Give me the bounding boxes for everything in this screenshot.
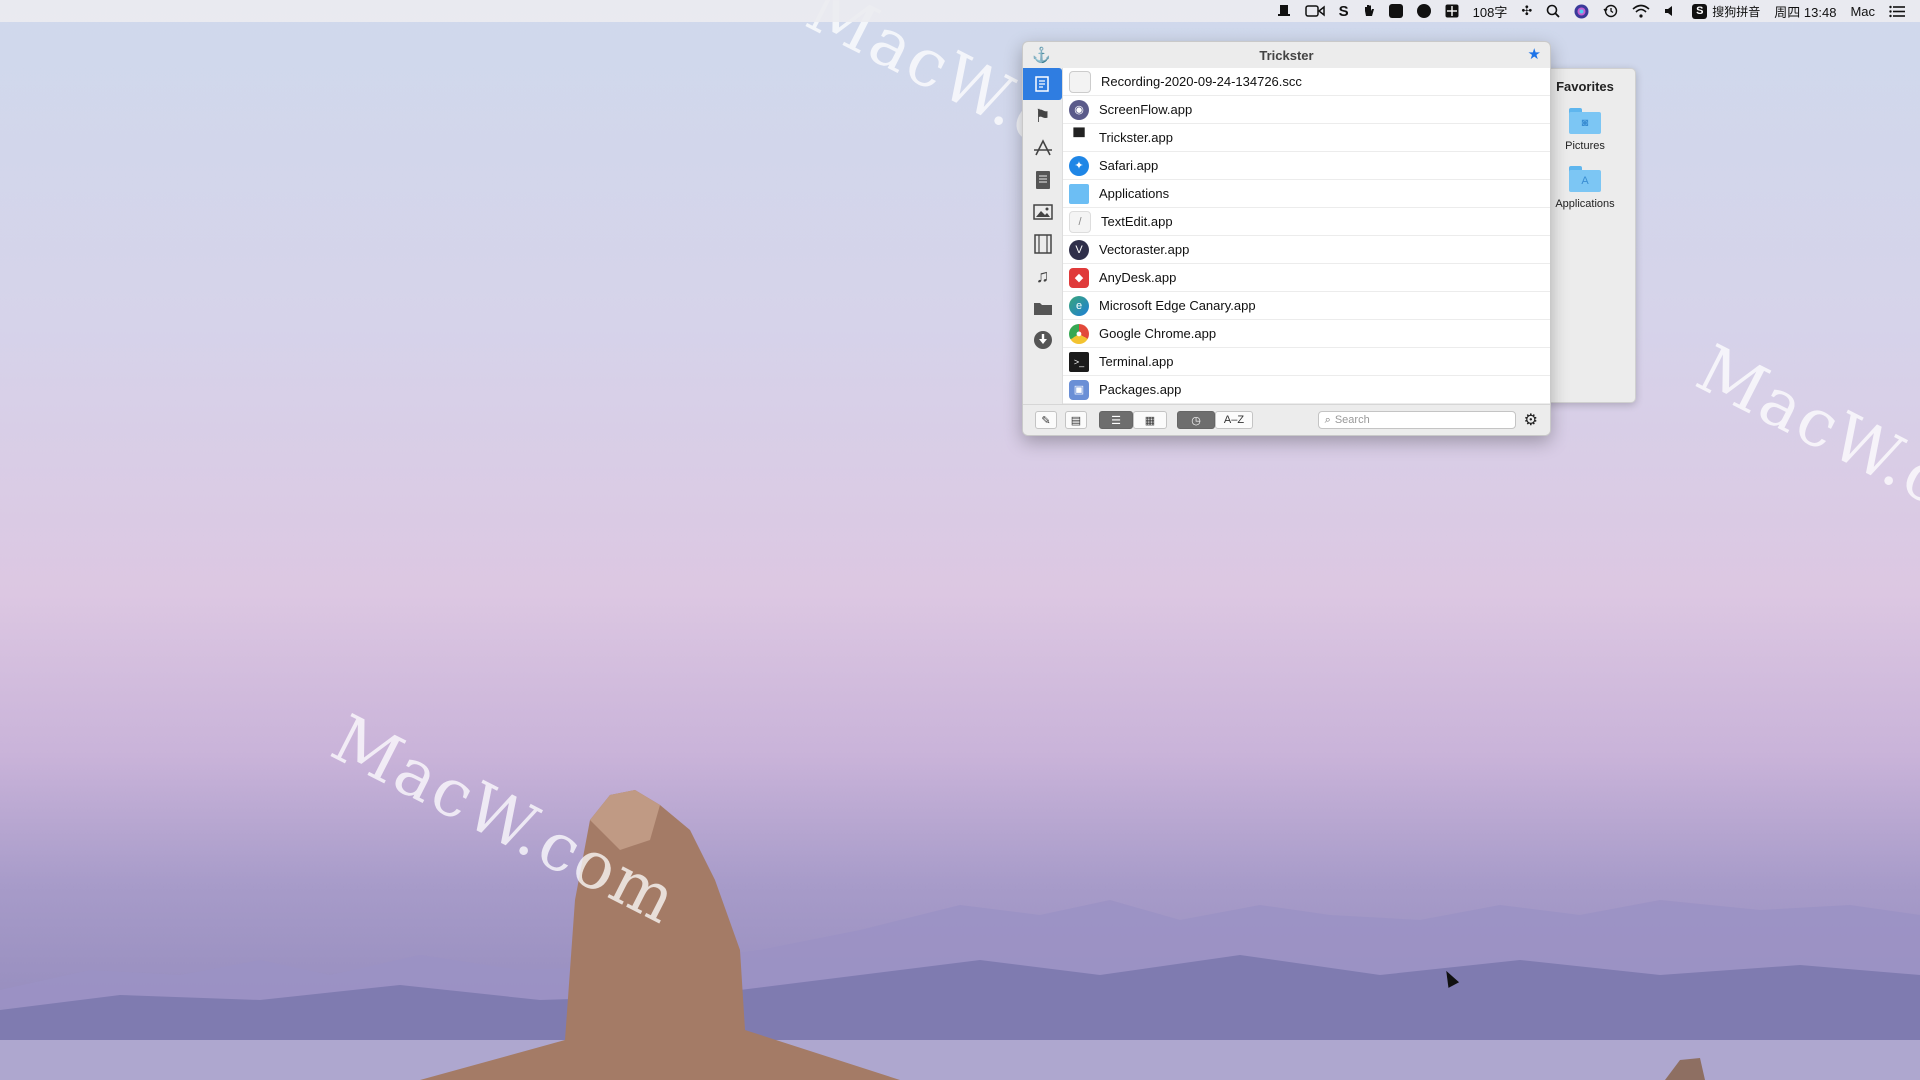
move-icon[interactable]: ✣ (1521, 0, 1532, 22)
favorites-star-icon[interactable]: ★ (1528, 45, 1541, 63)
finder-button[interactable]: ▤ (1065, 411, 1087, 429)
list-item[interactable]: ▣ Packages.app (1063, 376, 1550, 404)
facetime-icon[interactable] (1304, 0, 1325, 22)
vectoraster-icon: V (1069, 239, 1089, 260)
siri-icon[interactable] (1574, 0, 1589, 22)
clock[interactable]: 周四 13:48 (1774, 0, 1836, 22)
list-item[interactable]: Applications (1063, 180, 1550, 208)
bottom-toolbar: ✎ ▤ ☰ ▦ ◷ A–Z ⌕ Search ⚙ (1023, 404, 1550, 435)
document-icon[interactable] (1023, 164, 1062, 196)
folder-icon (1069, 183, 1089, 204)
volume-icon[interactable] (1664, 0, 1678, 22)
window-titlebar[interactable]: ⚓ Trickster ★ (1023, 42, 1550, 68)
textedit-icon: / (1069, 210, 1091, 233)
app-icon-3[interactable] (1445, 0, 1459, 22)
list-item[interactable]: ◉ ScreenFlow.app (1063, 96, 1550, 124)
menu-bar: S 108字 ✣ S 搜狗拼音 周四 13:48 Mac (0, 0, 1920, 22)
trickster-icon[interactable] (1277, 0, 1291, 22)
script-icon[interactable]: S (1339, 0, 1349, 22)
list-item[interactable]: ▀ Trickster.app (1063, 124, 1550, 152)
list-item[interactable]: e Microsoft Edge Canary.app (1063, 292, 1550, 320)
favorite-label: Applications (1555, 198, 1615, 210)
window-title: Trickster (1259, 47, 1314, 63)
pictures-folder-icon: ◙ (1569, 108, 1601, 134)
sort-az-button[interactable]: A–Z (1215, 411, 1253, 429)
gear-icon[interactable]: ⚙ (1524, 410, 1538, 430)
list-item[interactable]: / TextEdit.app (1063, 208, 1550, 236)
file-name: AnyDesk.app (1099, 270, 1177, 285)
search-input[interactable]: ⌕ Search (1317, 411, 1516, 429)
hand-icon[interactable] (1363, 0, 1375, 22)
list-item[interactable]: ◆ AnyDesk.app (1063, 264, 1550, 292)
spotlight-icon[interactable] (1546, 0, 1560, 22)
category-sidebar: ⚑ ♫ (1023, 68, 1062, 368)
anydesk-icon: ◆ (1069, 267, 1089, 288)
film-icon[interactable] (1023, 228, 1062, 260)
packages-icon: ▣ (1069, 379, 1089, 400)
file-name: Microsoft Edge Canary.app (1099, 298, 1256, 313)
folder-icon[interactable] (1023, 292, 1062, 324)
user-name[interactable]: Mac (1850, 0, 1875, 22)
file-list: Recording-2020-09-24-134726.scc ◉ Screen… (1062, 68, 1550, 405)
sogou-icon[interactable]: S 搜狗拼音 (1692, 0, 1760, 22)
chrome-icon: ● (1069, 323, 1089, 344)
image-icon[interactable] (1023, 196, 1062, 228)
trickster-hat-icon: ▀ (1073, 128, 1085, 146)
list-item[interactable]: ✦ Safari.app (1063, 152, 1550, 180)
file-name: ScreenFlow.app (1099, 102, 1193, 117)
list-item[interactable]: V Vectoraster.app (1063, 236, 1550, 264)
trickster-window: ⚓ Trickster ★ ⚑ ♫ Recording-2020-09-24-1… (1022, 41, 1551, 436)
app-icon-1[interactable] (1388, 0, 1403, 22)
list-item[interactable]: ● Google Chrome.app (1063, 320, 1550, 348)
search-placeholder: Search (1334, 414, 1370, 426)
terminal-icon: >_ (1069, 351, 1089, 372)
search-icon: ⌕ (1324, 413, 1331, 426)
edge-canary-icon: e (1069, 295, 1089, 316)
word-count[interactable]: 108字 (1473, 0, 1508, 22)
file-name: Google Chrome.app (1099, 326, 1217, 341)
favorite-label: Pictures (1565, 140, 1605, 152)
file-name: Vectoraster.app (1099, 242, 1190, 257)
recent-files-icon[interactable] (1023, 68, 1062, 100)
file-name: Safari.app (1099, 158, 1159, 173)
file-name: TextEdit.app (1101, 214, 1173, 229)
input-method-label: 搜狗拼音 (1712, 4, 1761, 19)
edit-list-button[interactable]: ✎ (1035, 411, 1057, 429)
time-machine-icon[interactable] (1603, 0, 1618, 22)
menu-icon[interactable] (1889, 0, 1905, 22)
file-name: Terminal.app (1099, 354, 1174, 369)
list-item[interactable]: Recording-2020-09-24-134726.scc (1063, 68, 1550, 96)
anchor-icon[interactable]: ⚓ (1032, 46, 1051, 64)
screenflow-icon: ◉ (1069, 99, 1089, 120)
download-icon[interactable] (1023, 324, 1062, 356)
icon-view-button[interactable]: ▦ (1133, 411, 1167, 429)
document-icon (1069, 70, 1091, 93)
flag-icon[interactable]: ⚑ (1023, 100, 1062, 132)
file-name: Recording-2020-09-24-134726.scc (1101, 74, 1302, 89)
sort-by-date-button[interactable]: ◷ (1177, 411, 1215, 429)
list-view-button[interactable]: ☰ (1099, 411, 1133, 429)
list-item[interactable]: >_ Terminal.app (1063, 348, 1550, 376)
app-store-icon[interactable] (1023, 132, 1062, 164)
file-name: Applications (1099, 186, 1170, 201)
safari-icon: ✦ (1069, 155, 1089, 176)
app-icon-2[interactable] (1416, 0, 1431, 22)
applications-folder-icon: A (1569, 166, 1601, 192)
file-name: Packages.app (1099, 382, 1182, 397)
wifi-icon[interactable] (1632, 0, 1650, 22)
music-icon[interactable]: ♫ (1023, 260, 1062, 292)
file-name: Trickster.app (1099, 130, 1173, 145)
